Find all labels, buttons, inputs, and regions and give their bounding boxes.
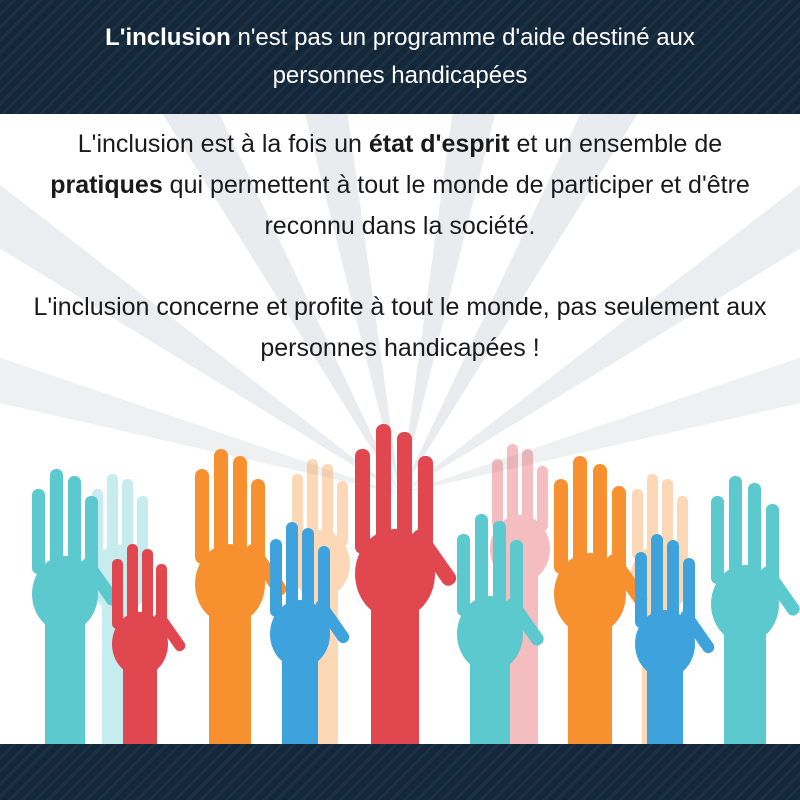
header-title: L'inclusion n'est pas un programme d'aid… xyxy=(50,19,750,95)
para1-text-1: L'inclusion est à la fois un xyxy=(77,130,369,158)
header-title-rest: n'est pas un programme d'aide destiné au… xyxy=(230,24,695,89)
footer-banner xyxy=(0,744,800,800)
para1-bold-pratiques: pratiques xyxy=(50,171,163,199)
para1-text-3: qui permettent à tout le monde de partic… xyxy=(162,171,750,240)
header-title-bold: L'inclusion xyxy=(105,24,231,51)
para1-text-2: et un ensemble de xyxy=(509,130,723,158)
paragraph-definition: L'inclusion est à la fois un état d'espr… xyxy=(20,124,780,247)
paragraph-everyone: L'inclusion concerne et profite à tout l… xyxy=(33,293,767,362)
hand-teal-right xyxy=(711,476,800,744)
para1-bold-etat-esprit: état d'esprit xyxy=(368,130,510,158)
main-text: L'inclusion est à la fois un état d'espr… xyxy=(20,124,780,369)
header-banner: L'inclusion n'est pas un programme d'aid… xyxy=(0,0,800,114)
